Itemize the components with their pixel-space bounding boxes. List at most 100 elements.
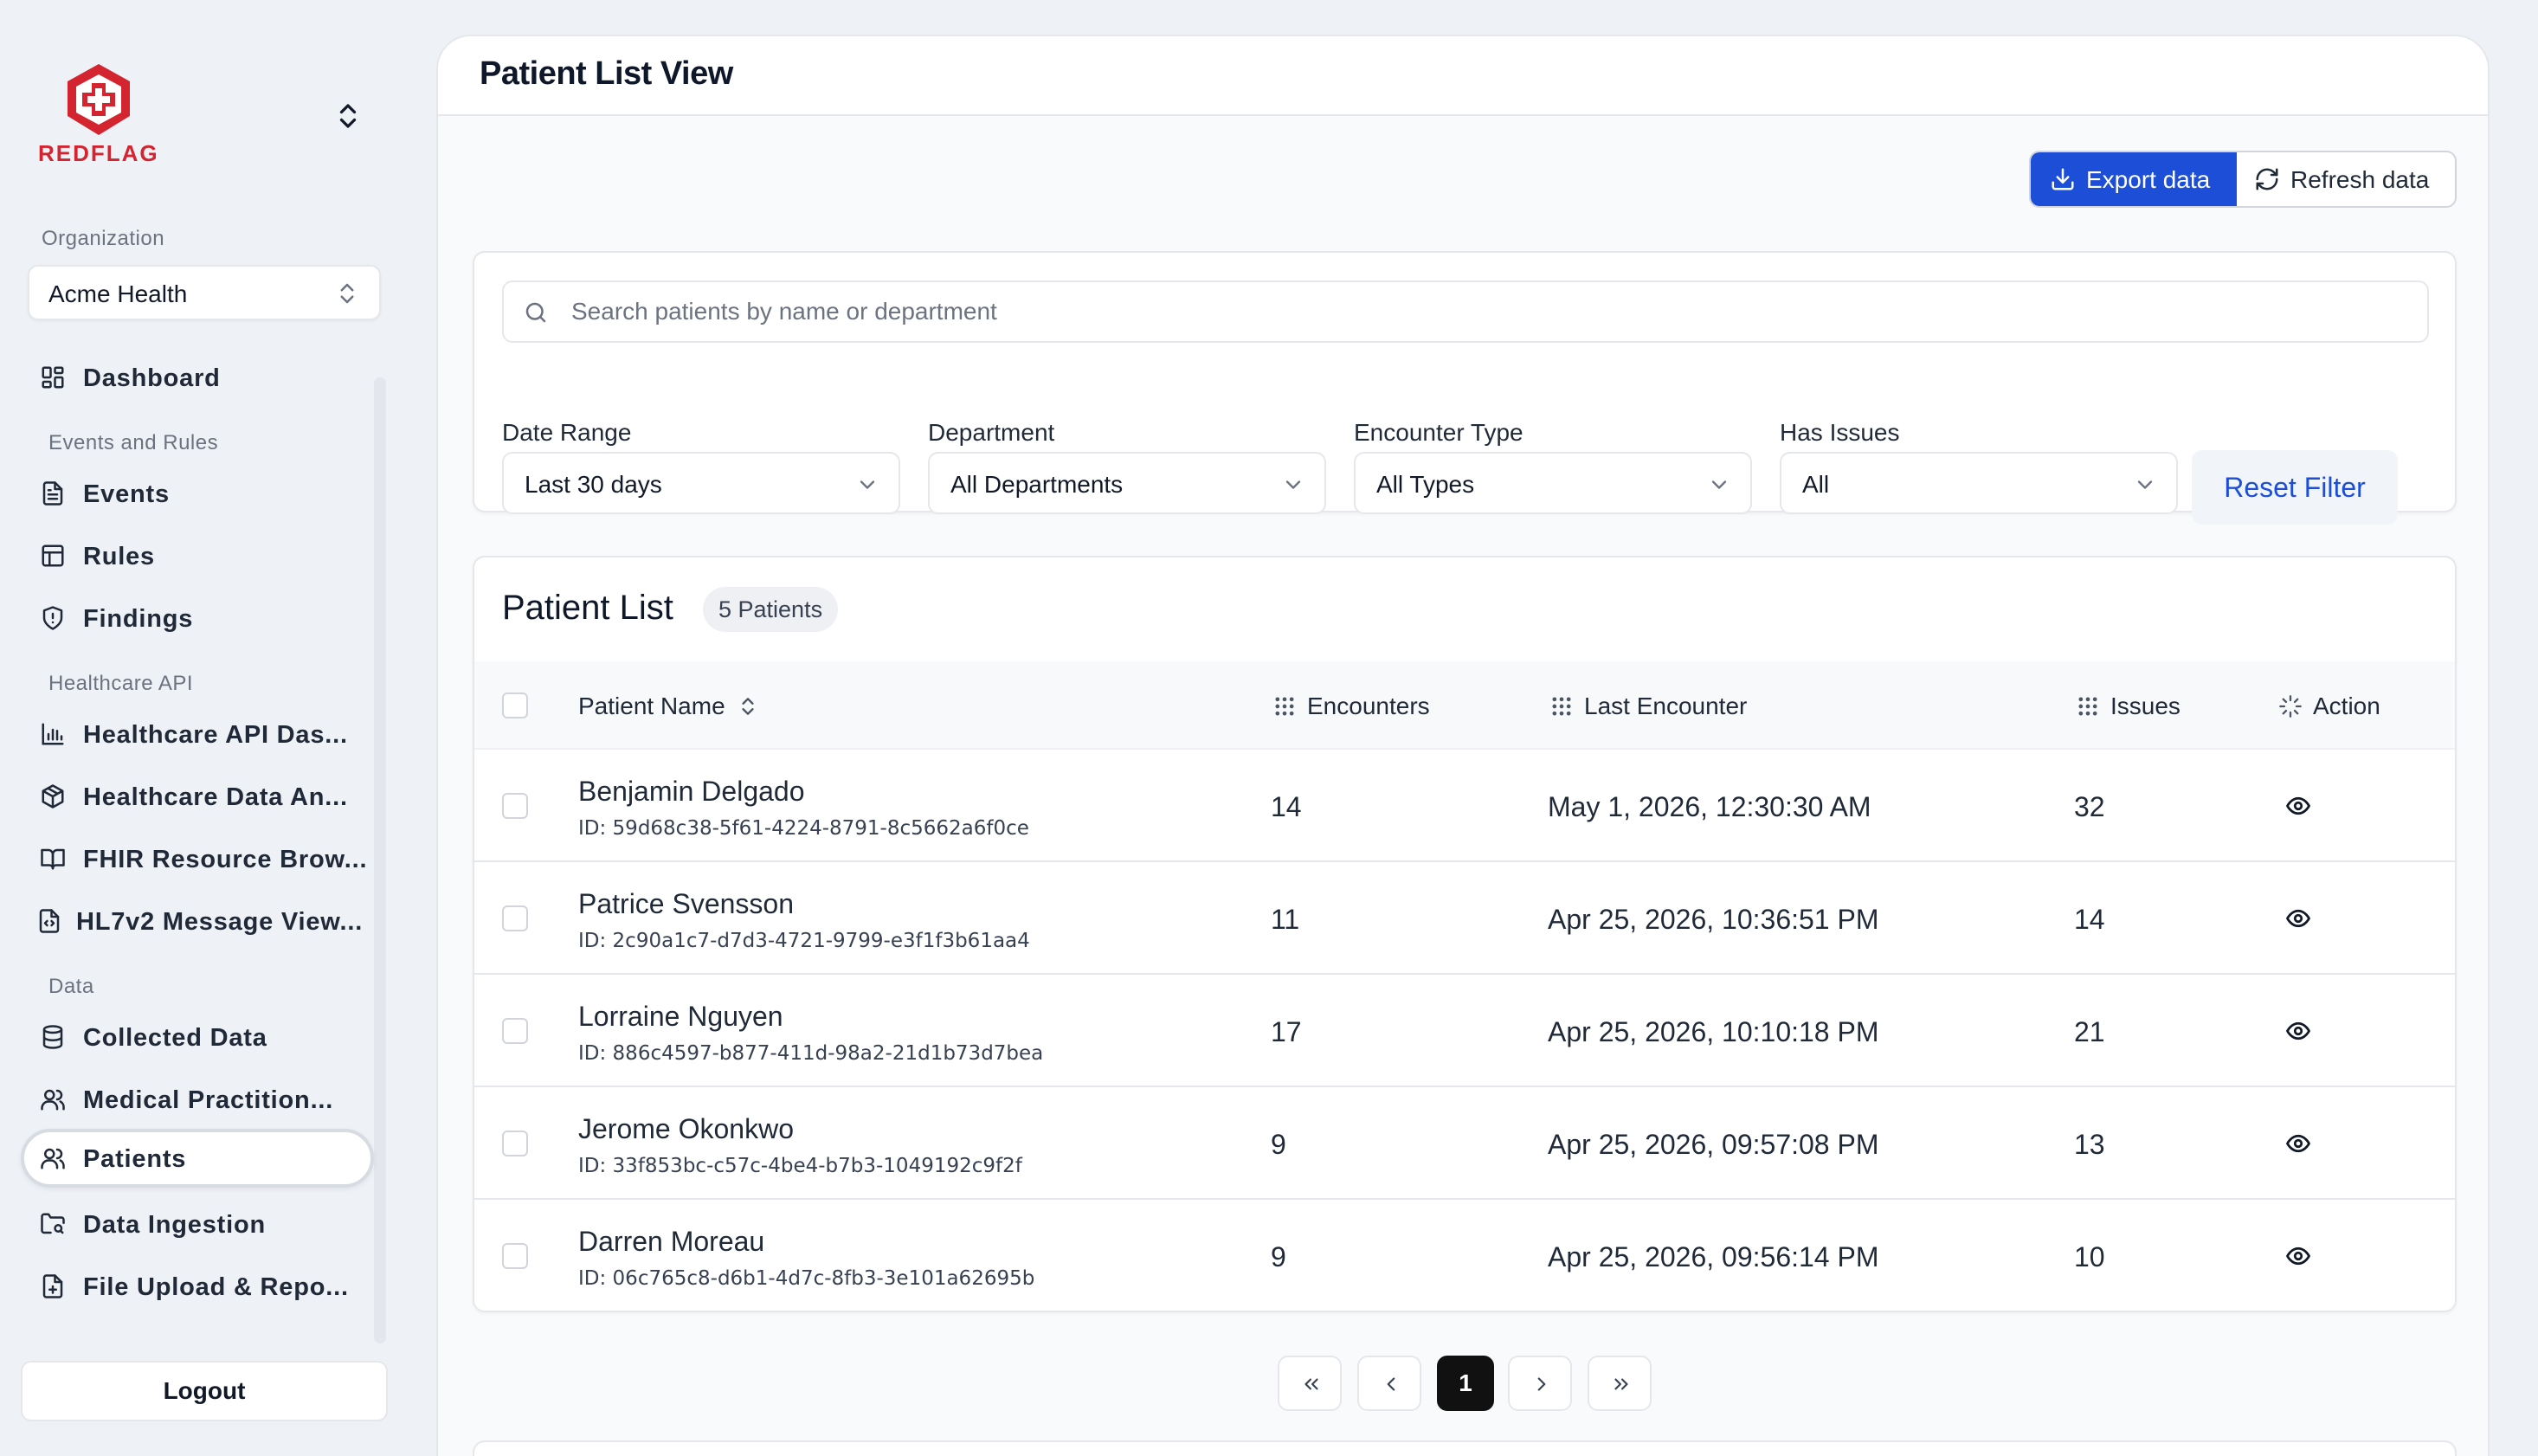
sidebar-item-healthcare-data-analytics[interactable]: Healthcare Data An... [21, 767, 374, 826]
table-row[interactable]: Jerome Okonkwo ID: 33f853bc-c57c-4be4-b7… [474, 1087, 2455, 1200]
chevrons-up-down-icon [340, 283, 354, 304]
issues-count: 10 [2074, 1241, 2105, 1272]
chevron-down-icon [2137, 480, 2153, 489]
file-text-icon [42, 481, 63, 506]
package-icon [42, 784, 64, 809]
column-header-last-encounter[interactable]: Last Encounter [1584, 693, 1747, 720]
refresh-icon [2256, 168, 2278, 190]
last-encounter: Apr 25, 2026, 10:10:18 PM [1548, 1016, 1879, 1047]
patient-name[interactable]: Patrice Svensson [578, 888, 794, 920]
drag-grid-icon[interactable] [1549, 694, 1574, 718]
eye-icon[interactable] [2284, 1131, 2313, 1156]
encounter-type-label: Encounter Type [1354, 419, 1523, 446]
sidebar-item-rules[interactable]: Rules [21, 526, 374, 585]
table-row[interactable]: Benjamin Delgado ID: 59d68c38-5f61-4224-… [474, 750, 2455, 862]
chevron-down-icon [1285, 480, 1301, 489]
patient-id: ID: 59d68c38-5f61-4224-8791-8c5662a6f0ce [578, 817, 1029, 840]
secondary-card [473, 1440, 2457, 1456]
sidebar-item-label: Healthcare API Das... [83, 721, 348, 749]
sidebar-item-label: Rules [83, 543, 155, 570]
filter-card: Date Range Last 30 days Department All D… [473, 251, 2457, 525]
date-range-select[interactable]: Last 30 days [502, 452, 900, 514]
previous-page-button[interactable] [1357, 1356, 1421, 1411]
sidebar-item-label: Healthcare Data An... [83, 783, 348, 811]
logout-button[interactable]: Logout [21, 1361, 388, 1421]
search-input[interactable] [571, 294, 2389, 329]
sidebar-item-patients[interactable]: Patients [21, 1129, 374, 1188]
table-row[interactable]: Darren Moreau ID: 06c765c8-d6b1-4d7c-8fb… [474, 1200, 2455, 1311]
patient-name[interactable]: Jerome Okonkwo [578, 1113, 794, 1145]
sidebar-item-healthcare-api-dashboard[interactable]: Healthcare API Das... [21, 705, 374, 763]
sidebar-item-dashboard[interactable]: Dashboard [21, 348, 374, 407]
select-all-checkbox[interactable] [502, 693, 528, 718]
patient-list-title: Patient List [502, 589, 673, 627]
patient-name[interactable]: Darren Moreau [578, 1226, 764, 1258]
shield-alert-icon [42, 606, 63, 630]
eye-icon[interactable] [2284, 793, 2313, 819]
sidebar-item-label: Dashboard [83, 364, 221, 392]
sidebar-item-collected-data[interactable]: Collected Data [21, 1008, 374, 1066]
brand-name: REDFLAG [38, 140, 159, 166]
toolbar-button-group: Export data Refresh data [2029, 151, 2457, 208]
main-panel: Patient List View Export data Refresh da… [436, 35, 2490, 1456]
patient-name[interactable]: Lorraine Nguyen [578, 1001, 783, 1033]
patient-id: ID: 886c4597-b877-411d-98a2-21d1b73d7bea [578, 1042, 1044, 1065]
sidebar-item-file-upload-reports[interactable]: File Upload & Repo... [21, 1257, 374, 1316]
organization-value: Acme Health [48, 280, 188, 307]
row-checkbox[interactable] [502, 793, 528, 819]
organization-select[interactable]: Acme Health [28, 265, 381, 320]
column-header-encounters[interactable]: Encounters [1307, 693, 1430, 720]
row-checkbox[interactable] [502, 1243, 528, 1269]
sort-icon [742, 698, 755, 715]
sidebar-item-events[interactable]: Events [21, 464, 374, 523]
sidebar-item-data-ingestion[interactable]: Data Ingestion [21, 1195, 374, 1253]
refresh-data-label: Refresh data [2290, 166, 2430, 193]
encounter-type-select[interactable]: All Types [1354, 452, 1752, 514]
reset-filter-button[interactable]: Reset Filter [2192, 450, 2398, 525]
switcher-button[interactable] [332, 100, 364, 132]
page-title: Patient List View [480, 55, 733, 92]
patient-list-card: Patient List 5 Patients Patient Name Enc… [473, 556, 2457, 1312]
eye-icon[interactable] [2284, 905, 2313, 931]
next-page-button[interactable] [1508, 1356, 1572, 1411]
page-button-current[interactable]: 1 [1437, 1356, 1494, 1411]
has-issues-select[interactable]: All [1780, 452, 2178, 514]
redflag-logo[interactable]: REDFLAG [38, 62, 168, 166]
column-header-issues[interactable]: Issues [2110, 693, 2180, 720]
table-row[interactable]: Patrice Svensson ID: 2c90a1c7-d7d3-4721-… [474, 862, 2455, 975]
issues-count: 13 [2074, 1129, 2105, 1160]
patient-id: ID: 2c90a1c7-d7d3-4721-9799-e3f1f3b61aa4 [578, 930, 1030, 952]
row-checkbox[interactable] [502, 905, 528, 931]
row-checkbox[interactable] [502, 1131, 528, 1156]
table-row[interactable]: Lorraine Nguyen ID: 886c4597-b877-411d-9… [474, 975, 2455, 1087]
sidebar-item-findings[interactable]: Findings [21, 589, 374, 647]
chevron-down-icon [1711, 480, 1727, 489]
chevron-left-icon [1387, 1377, 1395, 1391]
first-page-button[interactable] [1278, 1356, 1342, 1411]
download-icon [2052, 168, 2074, 190]
issues-count: 21 [2074, 1016, 2105, 1047]
redflag-logo-mark [68, 64, 130, 135]
column-header-patient-name[interactable]: Patient Name [578, 693, 759, 720]
department-select[interactable]: All Departments [928, 452, 1326, 514]
issues-count: 32 [2074, 791, 2105, 822]
export-data-button[interactable]: Export data [2031, 152, 2237, 206]
sidebar-section-data: Data [48, 975, 94, 998]
sidebar-item-label: Data Ingestion [83, 1211, 266, 1239]
drag-grid-icon[interactable] [1272, 694, 1297, 718]
sidebar-item-label: File Upload & Repo... [83, 1273, 349, 1301]
patient-count-badge: 5 Patients [703, 587, 839, 632]
sidebar-item-medical-practitioners[interactable]: Medical Practition... [21, 1070, 374, 1129]
last-encounter: Apr 25, 2026, 10:36:51 PM [1548, 904, 1879, 935]
drag-grid-icon[interactable] [2076, 694, 2100, 718]
sidebar-item-hl7v2-message-viewer[interactable]: HL7v2 Message View... [21, 892, 374, 950]
refresh-data-button[interactable]: Refresh data [2237, 152, 2455, 206]
column-header-action: Action [2313, 693, 2380, 719]
last-page-button[interactable] [1588, 1356, 1652, 1411]
row-checkbox[interactable] [502, 1018, 528, 1044]
eye-icon[interactable] [2284, 1243, 2313, 1269]
eye-icon[interactable] [2284, 1018, 2313, 1044]
patient-name[interactable]: Benjamin Delgado [578, 776, 805, 808]
organization-label: Organization [42, 227, 165, 250]
sidebar-item-fhir-resource-browser[interactable]: FHIR Resource Brow... [21, 829, 374, 888]
